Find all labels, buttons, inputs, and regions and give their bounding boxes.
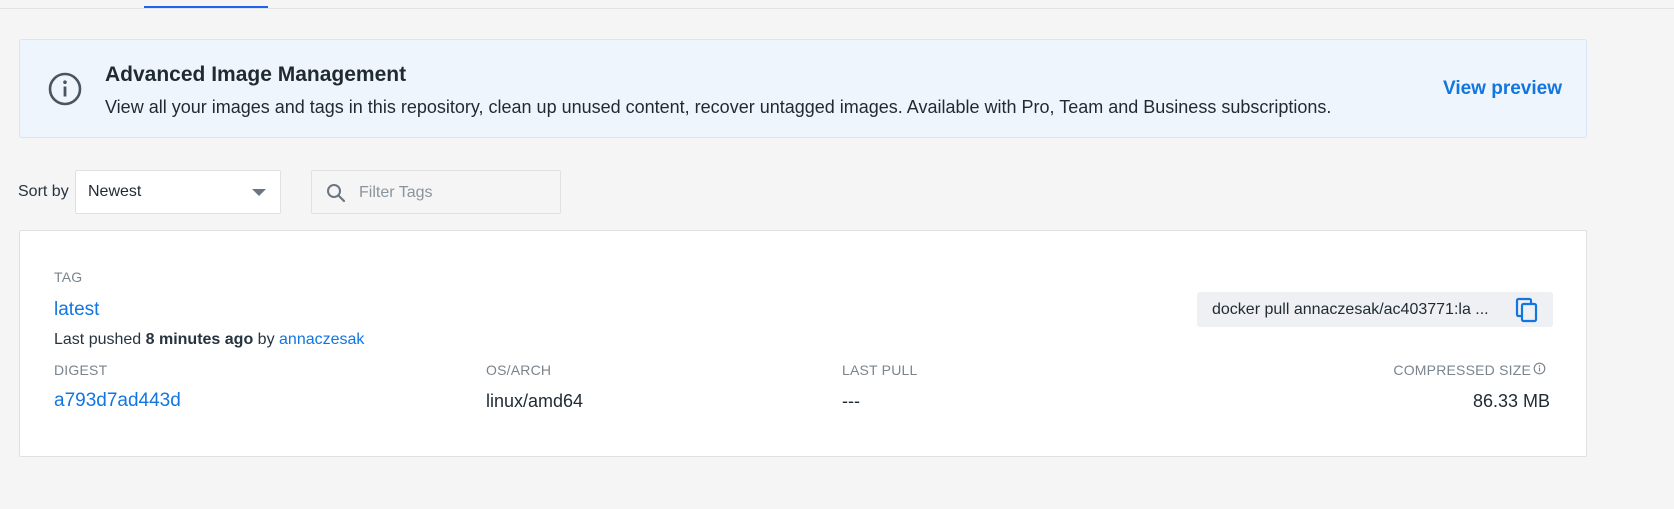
pushed-by-word: by xyxy=(257,331,275,348)
caret-down-icon xyxy=(252,189,266,196)
last-pull-column-label: LAST PULL xyxy=(842,362,918,378)
digest-column-label: DIGEST xyxy=(54,362,108,378)
info-icon[interactable] xyxy=(1533,362,1546,375)
pull-command-box: docker pull annaczesak/ac403771:la ... xyxy=(1197,292,1553,327)
pushed-by-user-link[interactable]: annaczesak xyxy=(279,331,364,348)
pushed-prefix: Last pushed xyxy=(54,331,142,348)
tag-name-link[interactable]: latest xyxy=(54,299,99,321)
os-arch-value: linux/amd64 xyxy=(486,391,584,411)
os-arch-column-label: OS/ARCH xyxy=(486,362,552,378)
copy-icon[interactable] xyxy=(1513,296,1541,324)
pull-command-text: docker pull annaczesak/ac403771:la ... xyxy=(1212,301,1489,318)
sort-by-label: Sort by xyxy=(18,183,69,200)
compressed-size-value: 86.33 MB xyxy=(1472,391,1550,411)
sort-selected-value: Newest xyxy=(88,183,142,200)
filter-tags-input[interactable] xyxy=(357,181,551,205)
tag-section-label: TAG xyxy=(54,269,83,285)
search-icon xyxy=(327,184,346,203)
banner-description: View all your images and tags in this re… xyxy=(105,97,1332,117)
banner-title: Advanced Image Management xyxy=(105,63,407,86)
pushed-time: 8 minutes ago xyxy=(145,331,254,348)
tag-card: TAG latest Last pushed 8 minutes ago by … xyxy=(19,230,1587,457)
view-preview-link[interactable]: View preview xyxy=(1443,78,1562,100)
filter-tags-field[interactable] xyxy=(311,170,561,214)
advanced-image-management-banner: Advanced Image Management View all your … xyxy=(19,39,1587,138)
compressed-size-column-label: COMPRESSED SIZE xyxy=(1393,362,1531,378)
info-icon xyxy=(48,72,82,106)
last-pull-value: --- xyxy=(842,391,860,411)
tab-bar xyxy=(0,0,1674,9)
digest-link[interactable]: a793d7ad443d xyxy=(54,390,181,412)
active-tab-indicator xyxy=(144,6,268,8)
last-pushed-info: Last pushed 8 minutes ago by annaczesak xyxy=(54,331,364,349)
sort-select[interactable]: Newest xyxy=(75,170,281,214)
